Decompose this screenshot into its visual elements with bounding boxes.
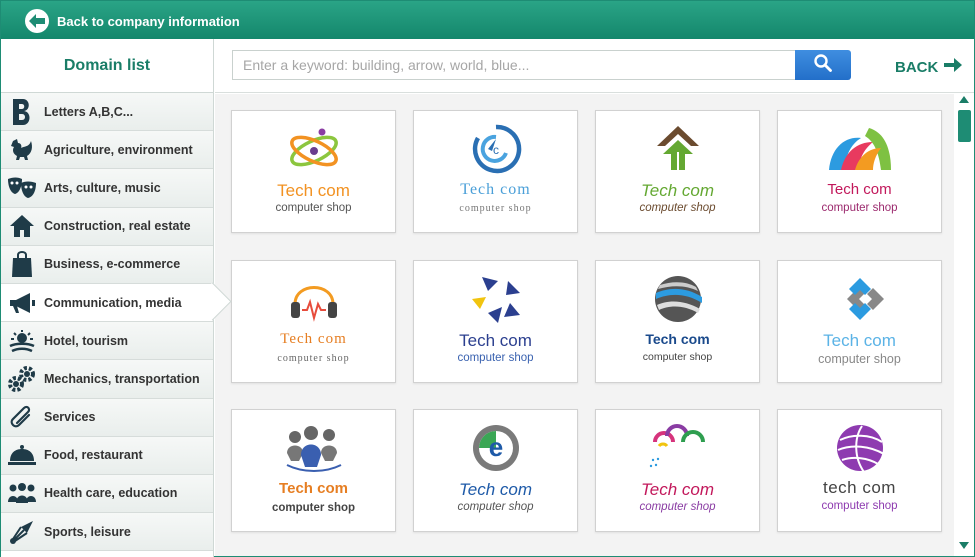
- sidebar-item-sports[interactable]: Sports, leisure: [1, 513, 213, 552]
- shopping-bag-icon: [5, 247, 39, 281]
- search-icon: [814, 53, 832, 77]
- logo-card[interactable]: Tech com computer shop: [231, 110, 396, 233]
- purple-sphere-logo-icon: [778, 420, 941, 476]
- sidebar-item-food[interactable]: Food, restaurant: [1, 436, 213, 475]
- logo-card[interactable]: e Tech com computer shop: [413, 409, 578, 532]
- logo-card[interactable]: Tech com computer shop: [231, 409, 396, 532]
- logo-card[interactable]: Tech com computer shop: [595, 260, 760, 383]
- paperclip-icon: [5, 400, 39, 434]
- domain-sidebar: Domain list Letters A,B,C... Agriculture…: [1, 39, 214, 557]
- people-group-logo-icon: [232, 420, 395, 476]
- sidebar-item-arts[interactable]: Arts, culture, music: [1, 169, 213, 208]
- svg-text:e: e: [488, 432, 502, 462]
- scroll-thumb[interactable]: [958, 110, 971, 142]
- logo-grid: Tech com computer shop c Tech com comput…: [215, 94, 954, 556]
- atom-logo-icon: [232, 121, 395, 177]
- back-button[interactable]: BACK: [895, 56, 963, 78]
- arrow-right-icon: [943, 56, 963, 79]
- sidebar-item-communication[interactable]: Communication, media: [1, 283, 213, 323]
- megaphone-icon: [5, 286, 39, 320]
- sidebar-title: Domain list: [1, 39, 213, 93]
- logo-card[interactable]: c Tech com computer shop: [413, 110, 578, 233]
- sidebar-item-mechanics[interactable]: Mechanics, transportation: [1, 360, 213, 399]
- search-button[interactable]: [795, 50, 851, 80]
- back-to-company-label: Back to company information: [57, 13, 240, 29]
- people-icon: [5, 476, 39, 510]
- scroll-up-arrow-icon[interactable]: [959, 96, 969, 103]
- logo-card[interactable]: Tech com computer shop: [413, 260, 578, 383]
- search-bar: BACK: [215, 39, 974, 93]
- sidebar-item-agriculture[interactable]: Agriculture, environment: [1, 131, 213, 170]
- sidebar-item-health[interactable]: Health care, education: [1, 474, 213, 514]
- logo-card[interactable]: Tech com computer shop: [777, 260, 942, 383]
- header-bar: Back to company information: [1, 1, 974, 39]
- cloche-icon: [5, 438, 39, 472]
- house-icon: [5, 209, 39, 243]
- shuttlecock-icon: [5, 515, 39, 549]
- sidebar-item-hotel[interactable]: Hotel, tourism: [1, 322, 213, 361]
- logo-card[interactable]: Tech com computer shop: [595, 409, 760, 532]
- logo-card[interactable]: tech com computer shop: [777, 409, 942, 532]
- sidebar-item-services[interactable]: Services: [1, 398, 213, 437]
- triangles-logo-icon: [414, 271, 577, 327]
- logo-card[interactable]: Tech com computer shop: [231, 260, 396, 383]
- diamond-arrows-logo-icon: [778, 271, 941, 327]
- sidebar-item-letters[interactable]: Letters A,B,C...: [1, 93, 213, 132]
- svg-text:c: c: [493, 143, 499, 157]
- wings-logo-icon: [778, 121, 941, 177]
- striped-globe-logo-icon: [596, 271, 759, 327]
- scroll-down-arrow-icon[interactable]: [959, 542, 969, 549]
- headphones-logo-icon: [232, 271, 395, 327]
- back-arrow-icon: [25, 9, 49, 33]
- rooster-icon: [5, 133, 39, 167]
- house-arrow-logo-icon: [596, 121, 759, 177]
- e-circle-logo-icon: e: [414, 420, 577, 476]
- flower-arcs-logo-icon: [596, 420, 759, 476]
- beach-icon: [5, 324, 39, 358]
- logo-card[interactable]: Tech com computer shop: [777, 110, 942, 233]
- logo-card[interactable]: Tech com computer shop: [595, 110, 760, 233]
- sidebar-item-business[interactable]: Business, e-commerce: [1, 245, 213, 284]
- vertical-scrollbar[interactable]: [956, 94, 973, 556]
- refresh-c-logo-icon: c: [414, 121, 577, 177]
- theater-masks-icon: [5, 171, 39, 205]
- window-frame: Back to company information Domain list …: [0, 0, 975, 557]
- gears-icon: [5, 362, 39, 396]
- letter-b-icon: [5, 95, 39, 129]
- search-input[interactable]: [232, 50, 796, 80]
- sidebar-item-construction[interactable]: Construction, real estate: [1, 207, 213, 246]
- back-to-company-button[interactable]: Back to company information: [25, 9, 240, 33]
